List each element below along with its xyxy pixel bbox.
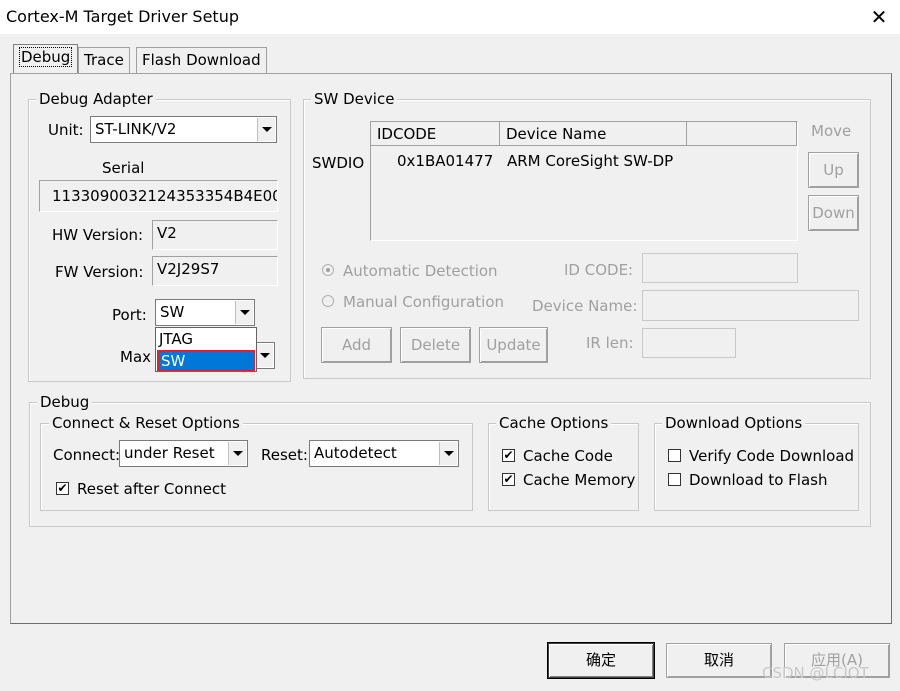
connect-label: Connect: [53, 446, 121, 464]
cache-code-label: Cache Code [523, 447, 613, 465]
reset-value: Autodetect [314, 444, 397, 462]
column-header-device-name-label: Device Name [506, 125, 607, 143]
add-button-label: Add [341, 336, 372, 354]
add-button[interactable]: Add [321, 327, 392, 363]
automatic-detection-label: Automatic Detection [343, 262, 498, 280]
chevron-down-icon[interactable] [439, 442, 457, 465]
column-header-extra[interactable] [687, 122, 797, 146]
verify-code-download-label: Verify Code Download [689, 447, 855, 465]
download-to-flash-label: Download to Flash [689, 471, 828, 489]
chevron-down-icon[interactable] [257, 118, 275, 141]
id-code-label: ID CODE: [564, 261, 634, 279]
fw-version-value: V2J29S7 [157, 260, 220, 278]
automatic-detection-radio[interactable] [322, 264, 334, 276]
ir-len-field[interactable] [642, 328, 736, 358]
device-list[interactable]: IDCODE Device Name 0x1BA01477 ARM CoreSi… [370, 121, 798, 241]
port-option-sw[interactable]: SW [157, 350, 255, 371]
hw-version-value: V2 [157, 224, 177, 242]
cache-memory-checkbox[interactable]: ✔ [502, 473, 515, 486]
serial-label: Serial [102, 159, 145, 177]
column-header-idcode[interactable]: IDCODE [371, 122, 500, 146]
tab-trace[interactable]: Trace [78, 47, 130, 73]
download-to-flash-checkbox[interactable] [668, 473, 681, 486]
cache-memory-label: Cache Memory [523, 471, 636, 489]
cancel-button-label: 取消 [703, 651, 734, 669]
download-options-group [654, 423, 859, 511]
manual-configuration-label: Manual Configuration [343, 293, 505, 311]
debug-adapter-label: Debug Adapter [36, 91, 156, 107]
row-idcode: 0x1BA01477 [397, 152, 494, 170]
port-select[interactable]: SW [155, 299, 255, 326]
port-value: SW [160, 303, 185, 321]
hw-version-field: V2 [152, 220, 278, 250]
fw-version-label: FW Version: [55, 263, 144, 281]
connect-select[interactable]: under Reset [119, 440, 248, 467]
unit-select[interactable]: ST-LINK/V2 [90, 116, 277, 143]
ir-len-label: IR len: [586, 334, 634, 352]
ok-button-label: 确定 [585, 651, 616, 669]
cancel-button[interactable]: 取消 [666, 643, 772, 678]
move-label: Move [811, 122, 852, 140]
column-header-device-name[interactable]: Device Name [500, 122, 687, 146]
download-options-label: Download Options [662, 415, 806, 431]
cache-code-checkbox[interactable]: ✔ [502, 449, 515, 462]
move-up-label: Up [823, 161, 844, 179]
port-option-sw-label: SW [161, 352, 186, 370]
cache-options-group [488, 423, 639, 511]
connect-reset-label: Connect & Reset Options [49, 415, 243, 431]
move-down-button[interactable]: Down [808, 195, 859, 231]
tab-flash-download-label: Flash Download [142, 51, 261, 69]
tab-trace-label: Trace [84, 51, 124, 69]
ok-button[interactable]: 确定 [548, 643, 654, 678]
tab-debug[interactable]: Debug [13, 44, 79, 73]
chevron-down-icon[interactable] [228, 442, 246, 465]
max-clock-label: Max [120, 348, 152, 366]
update-button[interactable]: Update [479, 327, 548, 363]
verify-code-download-checkbox[interactable] [668, 449, 681, 462]
title-bar: Cortex-M Target Driver Setup ✕ [0, 0, 900, 34]
chevron-down-icon[interactable] [255, 344, 273, 367]
move-down-label: Down [812, 204, 855, 222]
serial-field: 1133090032124353354B4E00 [39, 180, 278, 212]
fw-version-field: V2J29S7 [152, 256, 278, 286]
reset-after-connect-checkbox[interactable]: ✔ [56, 482, 69, 495]
id-code-field[interactable] [642, 253, 798, 283]
debug-group-label: Debug [37, 394, 93, 410]
table-row[interactable]: 0x1BA01477 ARM CoreSight SW-DP [371, 150, 797, 172]
device-name-field[interactable] [642, 290, 859, 321]
delete-button[interactable]: Delete [400, 327, 471, 363]
port-label: Port: [112, 306, 147, 324]
device-name-label: Device Name: [532, 297, 638, 315]
delete-button-label: Delete [410, 336, 461, 354]
window-title: Cortex-M Target Driver Setup [6, 7, 239, 26]
watermark: CSDN @LCIOT [762, 664, 869, 682]
unit-label: Unit: [48, 121, 84, 139]
update-button-label: Update [486, 336, 541, 354]
reset-label: Reset: [261, 446, 308, 464]
serial-value: 1133090032124353354B4E00 [52, 187, 278, 205]
tab-debug-label: Debug [19, 47, 73, 67]
port-dropdown-list: JTAG SW [155, 327, 257, 372]
chevron-down-icon[interactable] [235, 301, 253, 324]
swdio-label: SWDIO [312, 154, 365, 172]
port-option-jtag[interactable]: JTAG [157, 329, 255, 350]
cache-options-label: Cache Options [496, 415, 612, 431]
reset-after-connect-label: Reset after Connect [77, 480, 226, 498]
port-option-jtag-label: JTAG [159, 330, 194, 348]
close-icon[interactable]: ✕ [862, 0, 896, 34]
column-header-idcode-label: IDCODE [377, 125, 437, 143]
connect-value: under Reset [124, 444, 215, 462]
move-up-button[interactable]: Up [808, 152, 859, 188]
manual-configuration-radio[interactable] [322, 295, 334, 307]
tab-flash-download[interactable]: Flash Download [136, 47, 267, 73]
reset-select[interactable]: Autodetect [309, 440, 459, 467]
sw-device-label: SW Device [311, 91, 398, 107]
unit-value: ST-LINK/V2 [95, 120, 177, 138]
hw-version-label: HW Version: [52, 226, 144, 244]
row-device-name: ARM CoreSight SW-DP [507, 152, 674, 170]
